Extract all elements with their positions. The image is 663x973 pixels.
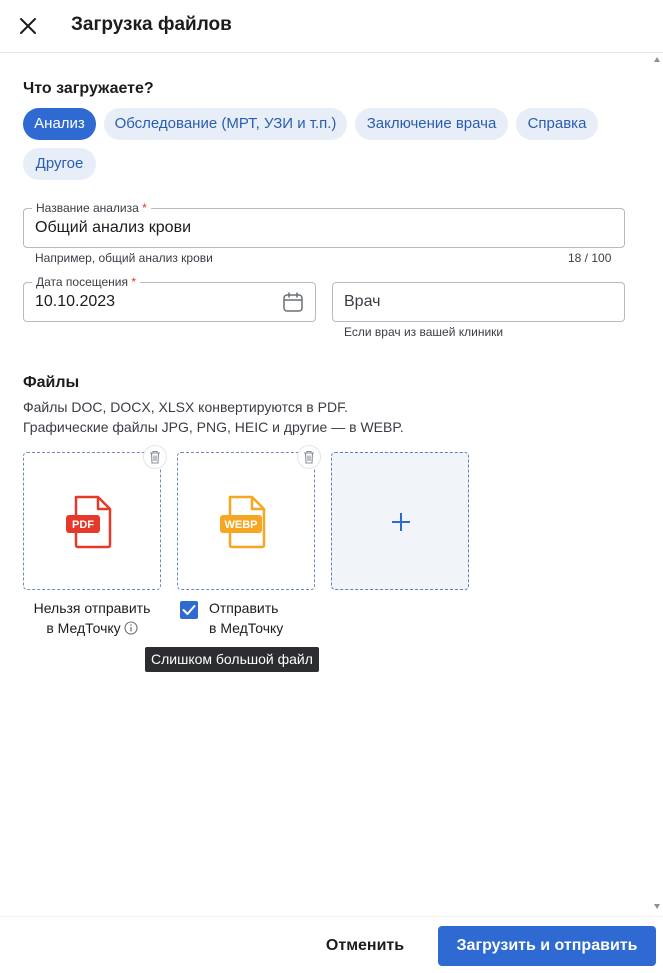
doctor-helper: Если врач из вашей клиники <box>344 325 504 339</box>
doctor-field[interactable]: Врач <box>332 282 625 322</box>
scroll-up-arrow-icon[interactable] <box>654 57 660 62</box>
file-tile-webp[interactable]: WEBP <box>177 445 321 590</box>
analysis-name-helper: Например, общий анализ крови <box>35 251 213 265</box>
files-desc-line1: Файлы DOC, DOCX, XLSX конвертируются в P… <box>23 399 348 415</box>
delete-file-button[interactable] <box>143 445 167 469</box>
send-to-medtochka-checkbox[interactable] <box>180 601 198 619</box>
checkmark-icon <box>182 605 196 615</box>
pdf-file-icon: PDF <box>66 495 112 549</box>
visit-date-field[interactable]: Дата посещения * 10.10.2023 <box>23 275 316 322</box>
analysis-name-label: Название анализа * <box>32 201 151 215</box>
analysis-name-field[interactable]: Название анализа * Общий анализ крови <box>23 201 625 248</box>
analysis-name-counter: 18 / 100 <box>568 251 612 265</box>
close-button[interactable] <box>14 12 42 40</box>
upload-and-send-button[interactable]: Загрузить и отправить <box>438 926 656 966</box>
trash-icon <box>150 450 160 464</box>
webp-file-icon: WEBP <box>220 495 266 549</box>
info-icon[interactable] <box>124 621 138 635</box>
dialog-header: Загрузка файлов <box>0 0 663 53</box>
doctor-placeholder[interactable]: Врач <box>344 293 380 311</box>
pdf-file-caption: Нельзя отправить в МедТочку <box>33 600 151 636</box>
file-too-large-tooltip: Слишком большой файл <box>145 647 319 672</box>
files-desc-line2: Графические файлы JPG, PNG, HEIC и други… <box>23 419 404 435</box>
delete-file-button[interactable] <box>297 445 321 469</box>
close-icon <box>20 18 36 34</box>
webp-file-caption[interactable]: Отправить в МедТочку <box>209 598 283 638</box>
scroll-down-arrow-icon[interactable] <box>654 904 660 909</box>
pdf-type-label: PDF <box>72 519 94 531</box>
dialog-footer: Отменить Загрузить и отправить <box>0 916 663 973</box>
chip-doctor-conclusion[interactable]: Заключение врача <box>355 108 508 140</box>
calendar-icon[interactable] <box>282 291 304 313</box>
scrollbar[interactable] <box>651 54 663 916</box>
file-tile-pdf[interactable]: PDF <box>23 445 167 590</box>
chip-examination[interactable]: Обследование (МРТ, УЗИ и т.п.) <box>104 108 347 140</box>
chip-analysis[interactable]: Анализ <box>23 108 96 140</box>
plus-icon <box>392 513 410 531</box>
visit-date-label: Дата посещения * <box>32 275 141 289</box>
chip-certificate[interactable]: Справка <box>516 108 598 140</box>
chip-other[interactable]: Другое <box>23 148 96 180</box>
visit-date-value[interactable]: 10.10.2023 <box>35 293 115 311</box>
analysis-name-value[interactable]: Общий анализ крови <box>35 219 191 237</box>
add-file-button[interactable] <box>331 452 469 590</box>
files-section-title: Файлы <box>23 374 80 391</box>
cancel-button[interactable]: Отменить <box>309 926 421 966</box>
upload-files-dialog: Загрузка файлов Что загружаете? Анализ О… <box>0 0 663 973</box>
type-section-title: Что загружаете? <box>23 80 154 97</box>
trash-icon <box>304 450 314 464</box>
dialog-title: Загрузка файлов <box>71 14 232 35</box>
webp-type-label: WEBP <box>225 519 258 531</box>
